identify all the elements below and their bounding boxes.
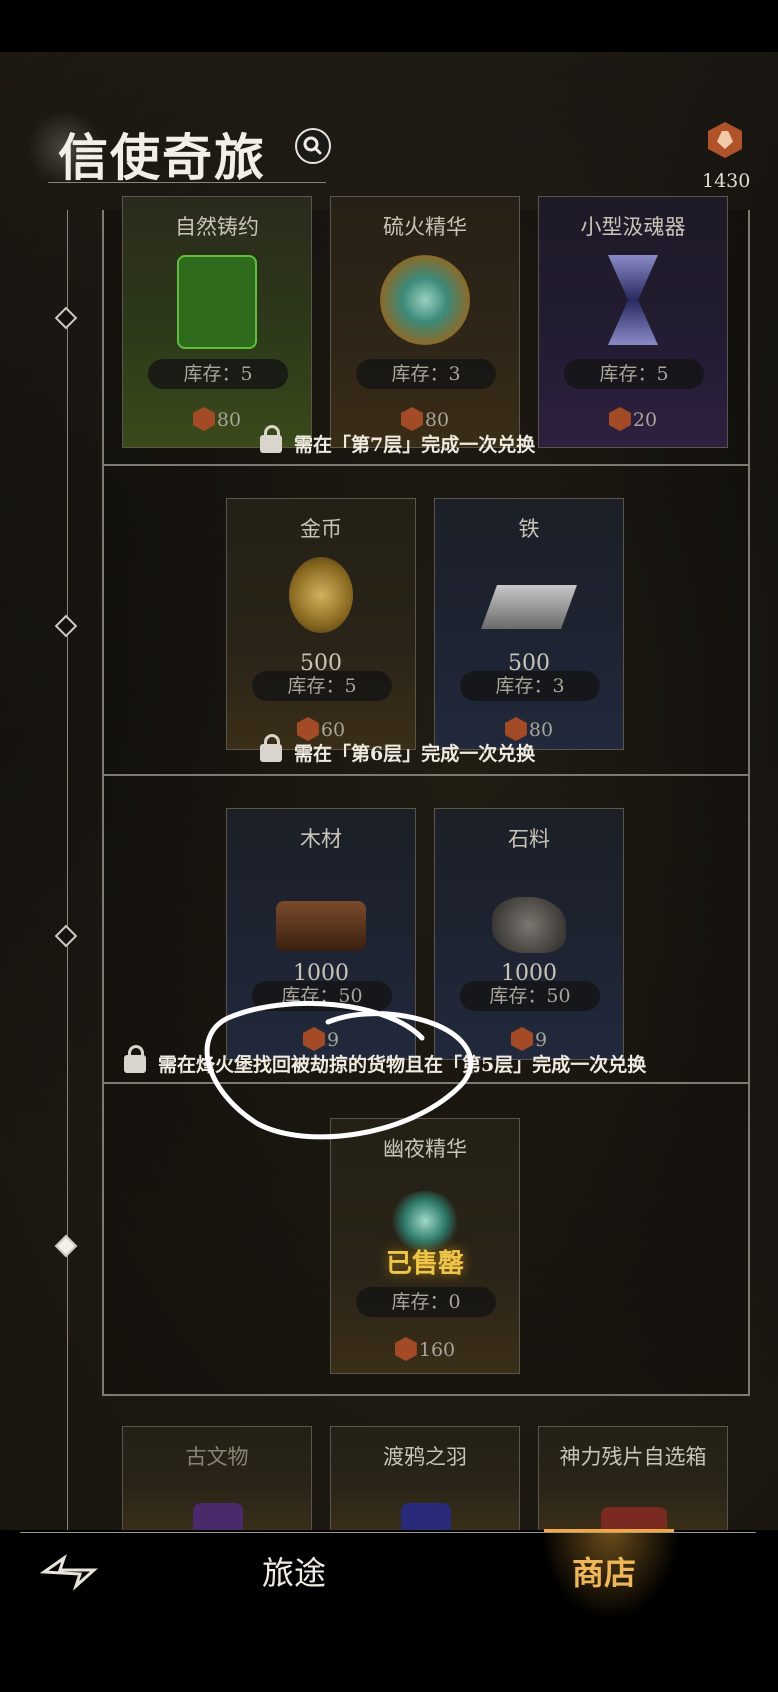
currency-value: 1430 [702, 170, 751, 192]
stock-pill: 库存：5 [148, 359, 288, 389]
iron-ingot-icon [480, 585, 578, 629]
unlock-requirement: 需在「第7层」完成一次兑换 [260, 425, 535, 457]
tier-panel-6 [102, 466, 750, 776]
item-price: 80 [435, 717, 623, 741]
stock-pill: 库存：0 [356, 1287, 496, 1317]
item-name: 神力残片自选箱 [559, 1445, 707, 1469]
currency-icon [192, 407, 215, 431]
item-name: 古文物 [185, 1445, 249, 1469]
title-underline [48, 182, 326, 183]
home-icon[interactable] [40, 1552, 100, 1592]
lock-icon [260, 734, 282, 762]
item-name: 幽夜精华 [383, 1137, 467, 1161]
artifact-icon [193, 1503, 243, 1531]
tab-shop[interactable]: 商店 [572, 1548, 636, 1594]
item-name: 金币 [300, 517, 342, 541]
chest-icon [601, 1507, 667, 1531]
shop-item-card[interactable]: 幽夜精华 已售罄 库存：0 160 [330, 1118, 520, 1374]
item-name: 硫火精华 [383, 215, 467, 239]
shop-item-card[interactable]: 金币 500 库存：5 60 [226, 498, 416, 750]
shop-item-card[interactable]: 古文物 [122, 1426, 312, 1531]
item-name: 渡鸦之羽 [383, 1445, 467, 1469]
stone-icon [492, 897, 566, 953]
currency-icon [608, 407, 631, 431]
shop-item-card[interactable]: 自然铸约 库存：5 80 [122, 196, 312, 448]
shop-item-card[interactable]: 渡鸦之羽 [330, 1426, 520, 1531]
item-price: 9 [227, 1027, 415, 1051]
nature-pact-icon [177, 255, 257, 349]
item-price: 80 [123, 407, 311, 431]
unlock-requirement: 需在烽火堡找回被劫掠的货物且在「第5层」完成一次兑换 [124, 1045, 646, 1077]
tier-panel-5 [102, 776, 750, 1084]
currency-icon [510, 1027, 533, 1051]
item-price: 20 [539, 407, 727, 431]
currency-icon [400, 407, 423, 431]
stock-pill: 库存：3 [356, 359, 496, 389]
tab-journey[interactable]: 旅途 [262, 1548, 326, 1594]
item-name: 石料 [508, 827, 550, 851]
item-name: 铁 [518, 517, 540, 541]
lock-icon [260, 425, 282, 453]
item-name: 自然铸约 [175, 215, 259, 239]
shop-item-card[interactable]: 石料 1000 库存：50 9 [434, 808, 624, 1060]
sulfur-essence-icon [380, 255, 470, 345]
search-icon [303, 136, 322, 155]
wood-icon [276, 901, 366, 951]
currency-icon [394, 1337, 417, 1361]
page-title: 信使奇旅 [58, 128, 266, 187]
hourglass-icon [608, 255, 658, 345]
item-name: 小型汲魂器 [580, 215, 686, 239]
gold-coin-icon [289, 557, 353, 633]
item-price: 160 [331, 1337, 519, 1361]
timeline-line [67, 210, 68, 1530]
item-price: 80 [331, 407, 519, 431]
stock-pill: 库存：3 [460, 671, 600, 701]
shop-item-card[interactable]: 木材 1000 库存：50 9 [226, 808, 416, 1060]
sold-out-label: 已售罄 [385, 1249, 464, 1279]
shop-item-card[interactable]: 铁 500 库存：3 80 [434, 498, 624, 750]
currency-icon [296, 717, 319, 741]
search-button[interactable] [295, 128, 331, 164]
stock-pill: 库存：50 [460, 981, 600, 1011]
shop-item-card[interactable]: 硫火精华 库存：3 80 [330, 196, 520, 448]
night-essence-icon [390, 1191, 460, 1251]
currency-icon [504, 717, 527, 741]
stock-pill: 库存：5 [564, 359, 704, 389]
shop-item-card[interactable]: 小型汲魂器 库存：5 20 [538, 196, 728, 448]
lock-icon [124, 1045, 146, 1073]
item-price: 9 [435, 1027, 623, 1051]
active-tab-indicator [544, 1529, 674, 1532]
raven-feather-icon [401, 1503, 451, 1531]
item-name: 木材 [300, 827, 342, 851]
currency-icon [302, 1027, 325, 1051]
unlock-requirement: 需在「第6层」完成一次兑换 [260, 734, 535, 766]
stock-pill: 库存：50 [252, 981, 392, 1011]
shop-item-card[interactable]: 神力残片自选箱 [538, 1426, 728, 1531]
stock-pill: 库存：5 [252, 671, 392, 701]
status-bar [0, 0, 778, 52]
item-price: 60 [227, 717, 415, 741]
